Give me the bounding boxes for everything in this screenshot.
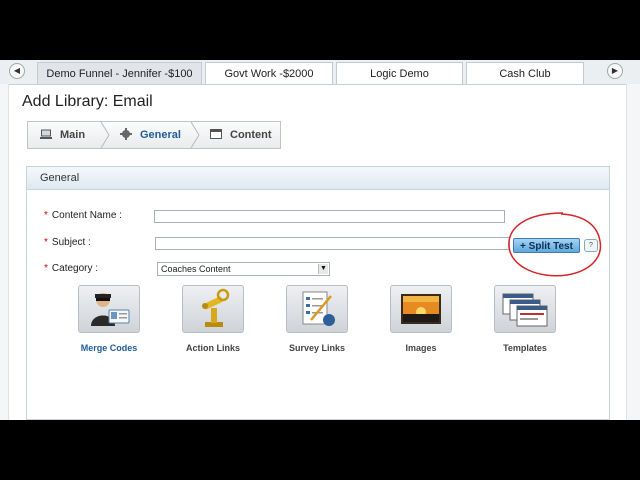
tab-demo-funnel[interactable]: Demo Funnel - Jennifer -$100 — [37, 62, 202, 84]
category-label: * Category : — [44, 263, 99, 274]
templates-icon — [502, 293, 548, 327]
gear-icon — [120, 128, 132, 140]
dropdown-arrow-icon: ▼ — [318, 264, 328, 274]
tab-logic-demo[interactable]: Logic Demo — [336, 62, 463, 84]
scroll-left-icon[interactable]: ◀ — [9, 63, 25, 79]
page-title: Add Library: Email — [22, 93, 153, 110]
chevron-separator-icon — [190, 122, 200, 148]
category-select[interactable]: Coaches Content ▼ — [157, 262, 330, 276]
wizard-step-content[interactable]: Content — [210, 122, 272, 148]
images-tool[interactable]: Images — [389, 285, 453, 353]
tool-label: Images — [405, 343, 437, 353]
monitor-icon — [40, 129, 52, 139]
wizard-step-main[interactable]: Main — [40, 122, 85, 148]
wizard-breadcrumb: Main General Content — [27, 121, 281, 149]
left-gutter — [0, 84, 9, 420]
tool-label: Action Links — [185, 343, 240, 353]
window-icon — [210, 129, 222, 139]
contact-card-icon — [91, 293, 130, 326]
chevron-separator-icon — [100, 122, 110, 148]
annotation-circle-icon — [508, 212, 602, 277]
tool-label: Templates — [503, 343, 547, 353]
survey-links-tool[interactable]: Survey Links — [285, 285, 349, 353]
category-select-value: Coaches Content — [161, 264, 231, 274]
tab-govt-work[interactable]: Govt Work -$2000 — [205, 62, 333, 84]
merge-codes-tool[interactable]: Merge Codes — [77, 285, 141, 353]
wizard-step-label: Main — [60, 129, 86, 141]
sunset-image-icon — [401, 294, 441, 324]
survey-icon — [302, 291, 335, 326]
templates-tool[interactable]: Templates — [493, 285, 557, 353]
wizard-step-general[interactable]: General — [120, 122, 181, 148]
panel-header: General — [27, 167, 609, 190]
subject-input[interactable] — [155, 237, 510, 250]
tool-label: Survey Links — [288, 343, 346, 353]
right-gutter — [626, 84, 640, 420]
app-screen: ◀ Demo Funnel - Jennifer -$100 Govt Work… — [0, 60, 640, 420]
tab-bar: ◀ Demo Funnel - Jennifer -$100 Govt Work… — [0, 60, 640, 85]
content-name-input[interactable] — [154, 210, 505, 223]
content-name-label: * Content Name : — [44, 210, 122, 221]
general-panel: General * Content Name : * Subject : + Spl… — [26, 166, 610, 420]
action-links-tool[interactable]: Action Links — [181, 285, 245, 353]
tool-label: Merge Codes — [80, 343, 138, 353]
tab-cash-club[interactable]: Cash Club — [466, 62, 584, 84]
subject-label: * Subject : — [44, 237, 91, 248]
scroll-right-icon[interactable]: ▶ — [607, 63, 623, 79]
wizard-step-label: General — [140, 129, 181, 141]
robot-icon — [202, 288, 230, 327]
wizard-step-label: Content — [230, 129, 272, 141]
